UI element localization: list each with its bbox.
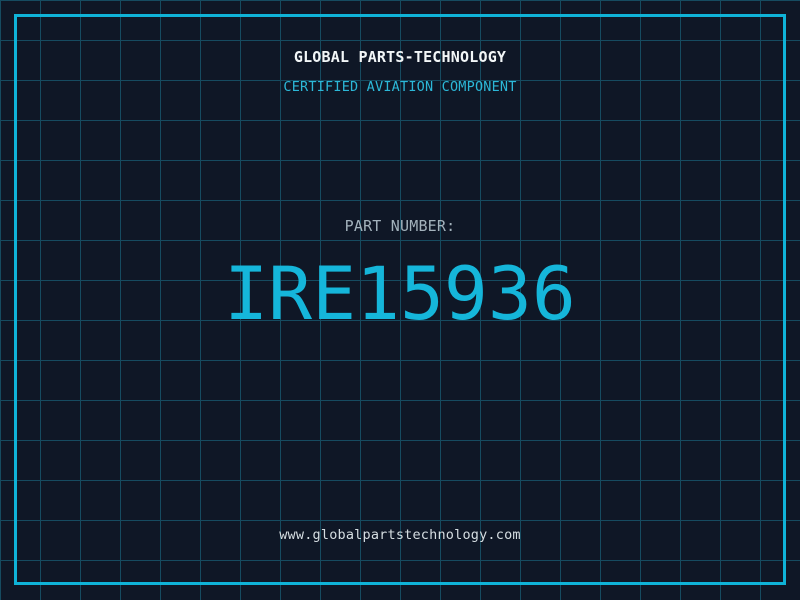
part-number-label: PART NUMBER: bbox=[344, 217, 456, 235]
blueprint-label-canvas: GLOBAL PARTS-TECHNOLOGY CERTIFIED AVIATI… bbox=[0, 0, 800, 600]
website-url: www.globalpartstechnology.com bbox=[279, 527, 521, 543]
certification-subtitle: CERTIFIED AVIATION COMPONENT bbox=[283, 79, 517, 95]
brand-title: GLOBAL PARTS-TECHNOLOGY bbox=[293, 48, 507, 66]
part-number-value: IRE15936 bbox=[224, 252, 576, 337]
